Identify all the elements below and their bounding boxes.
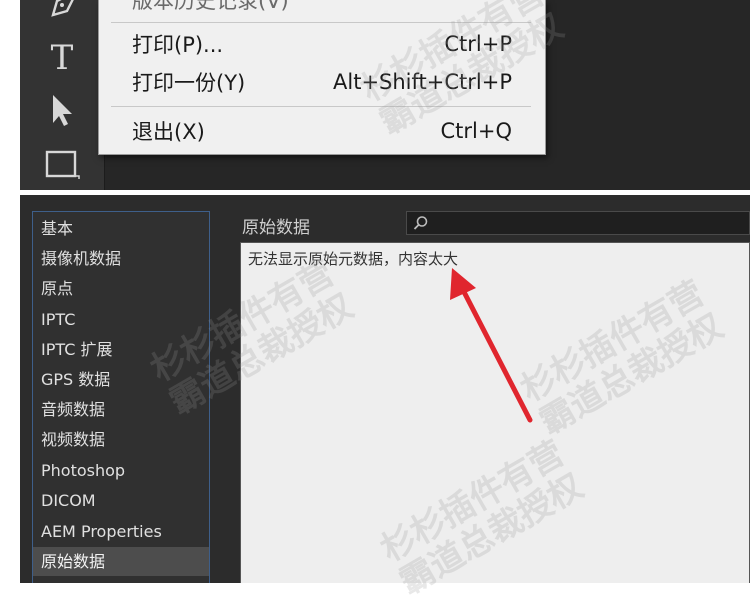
file-menu-dropdown: 版本历史记录(V) 打印(P)... Ctrl+P 打印一份(Y) Alt+Sh… [98, 0, 546, 155]
section-title: 原始数据 [242, 218, 310, 238]
pen-icon[interactable] [42, 0, 82, 24]
category-item-iptc[interactable]: IPTC [33, 305, 209, 334]
menu-item-label: 打印一份(Y) [132, 71, 246, 95]
tools-panel: T [20, 0, 105, 190]
menu-item-shortcut: Ctrl+P [444, 32, 512, 56]
menu-item-version-history[interactable]: 版本历史记录(V) [99, 0, 545, 17]
menu-separator [111, 22, 531, 23]
search-icon [413, 216, 428, 230]
menu-item-shortcut: Alt+Shift+Ctrl+P [333, 70, 512, 94]
category-item-basic[interactable]: 基本 [33, 214, 209, 243]
menu-separator [111, 106, 531, 107]
category-item-dicom[interactable]: DICOM [33, 486, 209, 515]
content-message: 无法显示原始元数据，内容太大 [248, 250, 459, 268]
menu-item-print-one-copy[interactable]: 打印一份(Y) Alt+Shift+Ctrl+P [99, 65, 545, 99]
menu-item-exit[interactable]: 退出(X) Ctrl+Q [99, 114, 545, 148]
menu-item-shortcut: Ctrl+Q [440, 119, 513, 143]
category-item-photoshop[interactable]: Photoshop [33, 456, 209, 485]
type-tool-glyph: T [50, 38, 74, 78]
search-input[interactable] [406, 211, 750, 235]
editor-window: T 版本历史记录(V) 打印(P)... Ctrl+P 打印一份(Y) Alt+… [20, 0, 750, 190]
category-list: 基本 摄像机数据 原点 IPTC IPTC 扩展 GPS 数据 音频数据 视频数… [32, 211, 210, 583]
category-item-video-data[interactable]: 视频数据 [33, 425, 209, 454]
menu-item-label: 版本历史记录(V) [132, 0, 289, 13]
category-item-audio-data[interactable]: 音频数据 [33, 395, 209, 424]
menu-item-label: 打印(P)... [132, 33, 224, 57]
category-item-camera-data[interactable]: 摄像机数据 [33, 244, 209, 273]
rectangle-icon[interactable] [42, 146, 82, 182]
category-item-gps-data[interactable]: GPS 数据 [33, 365, 209, 394]
category-item-iptc-extension[interactable]: IPTC 扩展 [33, 335, 209, 364]
selection-arrow-icon[interactable] [42, 92, 82, 128]
category-item-raw-data[interactable]: 原始数据 [33, 547, 209, 576]
menu-item-label: 退出(X) [132, 120, 205, 144]
menu-item-print[interactable]: 打印(P)... Ctrl+P [99, 27, 545, 61]
file-info-dialog: 基本 摄像机数据 原点 IPTC IPTC 扩展 GPS 数据 音频数据 视频数… [20, 195, 750, 583]
raw-data-content: 无法显示原始元数据，内容太大 [240, 242, 750, 583]
category-item-aem-properties[interactable]: AEM Properties [33, 517, 209, 546]
type-tool-icon[interactable]: T [42, 38, 82, 78]
category-item-origin[interactable]: 原点 [33, 274, 209, 303]
